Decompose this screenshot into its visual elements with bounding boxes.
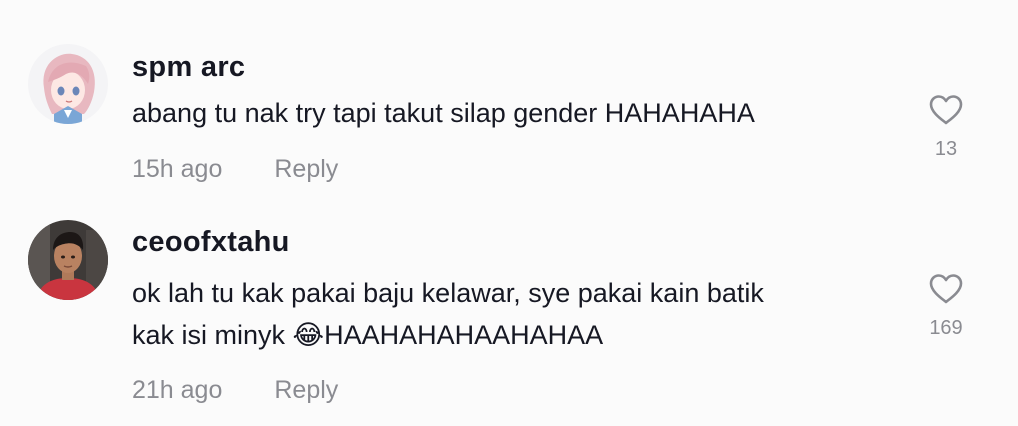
- comments-panel: spm arc abang tu nak try tapi takut sila…: [0, 0, 1018, 426]
- person-photo-avatar-icon: [28, 220, 108, 300]
- heart-outline-icon: [929, 95, 963, 125]
- like-count: 169: [929, 317, 963, 339]
- like-button[interactable]: 169: [920, 273, 972, 340]
- comment-meta: 21h ago Reply: [132, 376, 338, 405]
- user-avatar[interactable]: [28, 220, 108, 300]
- comment-timestamp: 15h ago: [132, 155, 223, 183]
- anime-girl-avatar-icon: [28, 44, 108, 124]
- username[interactable]: ceoofxtahu: [132, 226, 290, 259]
- reply-button[interactable]: Reply: [274, 376, 338, 404]
- previous-comment-meta-cutoff: [132, 0, 432, 6]
- comment-meta: 15h ago Reply: [132, 155, 338, 184]
- user-avatar[interactable]: [28, 44, 108, 124]
- reply-button[interactable]: Reply: [274, 155, 338, 183]
- like-count: 13: [934, 138, 958, 160]
- comment-timestamp: 21h ago: [132, 376, 223, 404]
- comment-text: abang tu nak try tapi takut silap gender…: [132, 98, 755, 128]
- like-button[interactable]: 13: [920, 94, 972, 161]
- username[interactable]: spm arc: [132, 51, 245, 84]
- comment-text: ok lah tu kak pakai baju kelawar, sye pa…: [132, 278, 764, 350]
- heart-outline-icon: [929, 274, 963, 304]
